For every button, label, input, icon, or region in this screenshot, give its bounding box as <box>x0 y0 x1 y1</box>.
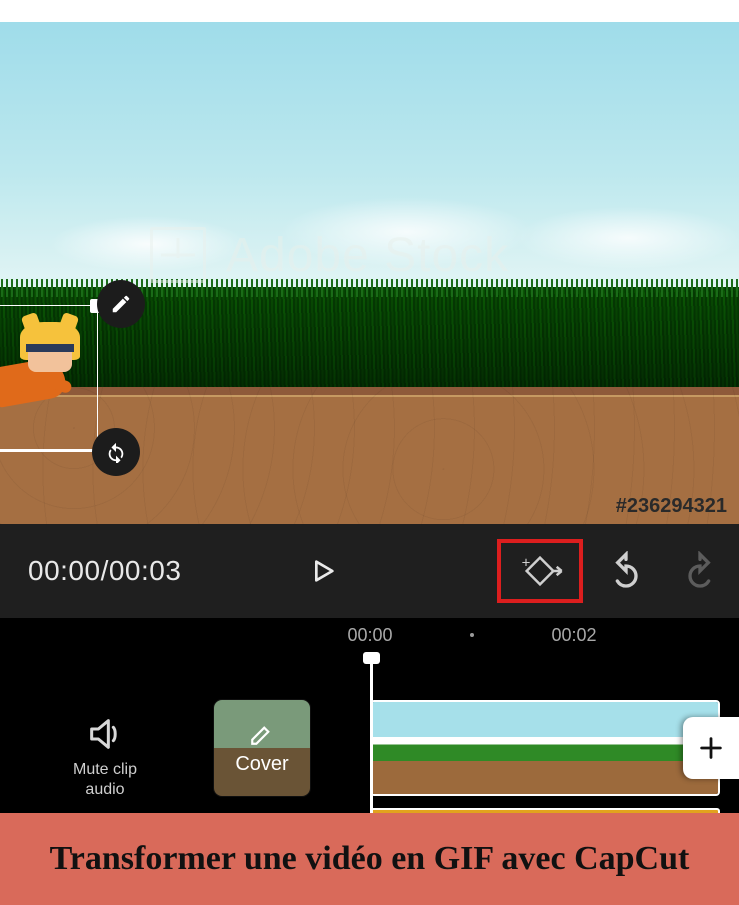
playback-toolbar: 00:00/00:03 + <box>0 524 739 618</box>
add-keyframe-button[interactable]: + <box>515 549 565 593</box>
ruler-tick-start: 00:00 <box>347 625 392 646</box>
plus-icon <box>697 734 725 762</box>
stock-watermark: Adobe Stock <box>150 227 509 283</box>
cover-label: Cover <box>235 753 288 776</box>
time-total: 00:03 <box>109 555 182 586</box>
ruler-dot <box>470 633 474 637</box>
selection-connector-line <box>0 450 100 452</box>
keyframe-button-highlight: + <box>497 539 583 603</box>
keyframe-icon: + <box>515 549 565 593</box>
time-display: 00:00/00:03 <box>28 555 181 587</box>
top-whitespace <box>0 0 739 22</box>
caption-banner: Transformer une vidéo en GIF avec CapCut <box>0 813 739 905</box>
undo-icon <box>606 551 646 591</box>
timeline-ruler[interactable]: 00:00 00:02 <box>0 618 739 652</box>
play-icon <box>307 553 339 589</box>
mute-label: Mute clipaudio <box>73 760 137 800</box>
selection-bounding-box[interactable] <box>0 305 98 450</box>
play-button[interactable] <box>295 543 351 599</box>
time-separator: / <box>101 555 109 586</box>
add-clip-button[interactable] <box>683 717 739 779</box>
rotate-icon <box>105 441 127 463</box>
edit-handle[interactable] <box>97 280 145 328</box>
ruler-tick-mid: 00:02 <box>551 625 596 646</box>
cover-button[interactable]: Cover <box>214 700 310 796</box>
caption-text: Transformer une vidéo en GIF avec CapCut <box>50 840 690 878</box>
speaker-icon <box>83 714 127 754</box>
mute-clip-audio-button[interactable]: Mute clipaudio <box>0 714 210 800</box>
redo-icon <box>680 551 720 591</box>
watermark-text: Adobe Stock <box>226 228 509 283</box>
adobe-logo-icon <box>150 227 206 283</box>
rotate-handle[interactable] <box>92 428 140 476</box>
video-preview[interactable]: Adobe Stock #236294321 <box>0 22 739 524</box>
time-current: 00:00 <box>28 555 101 586</box>
pencil-icon <box>249 721 275 747</box>
edit-icon <box>110 293 132 315</box>
stock-id-label: #236294321 <box>616 495 727 518</box>
undo-button[interactable] <box>595 540 657 602</box>
video-clip[interactable] <box>370 700 720 796</box>
redo-button[interactable] <box>669 540 731 602</box>
clip-thumbnail <box>372 702 490 794</box>
clip-thumbnail <box>490 702 608 794</box>
toolbar-right-group: + <box>497 539 731 603</box>
